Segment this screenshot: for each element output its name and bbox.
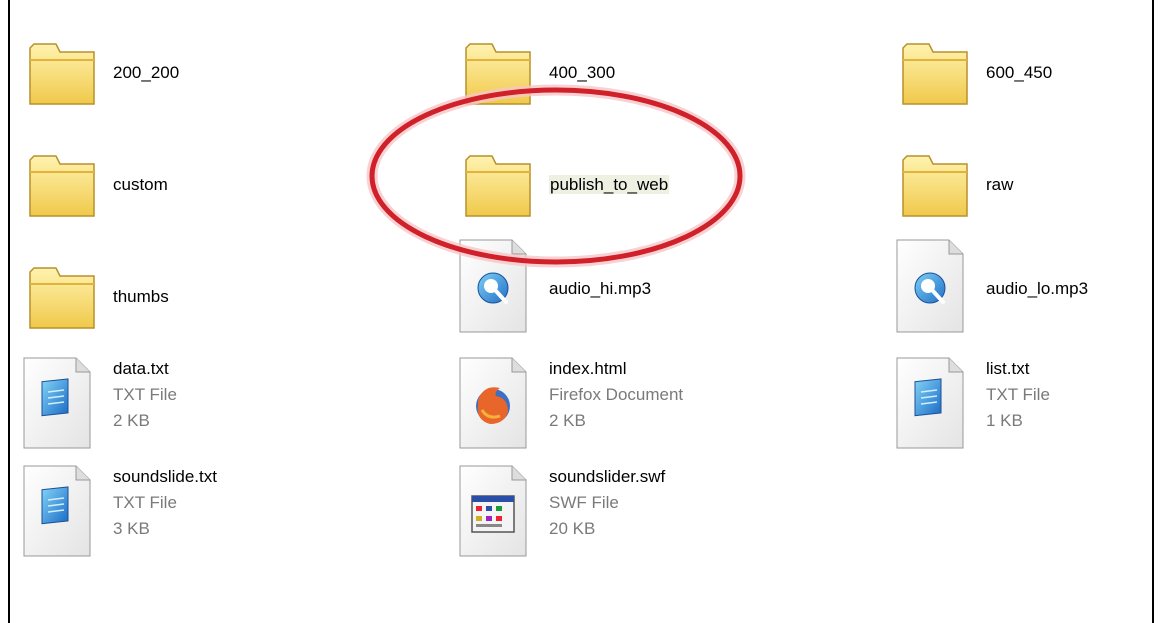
folder-name: 200_200 xyxy=(113,63,180,82)
folder-name: custom xyxy=(113,175,168,194)
folder-item-raw[interactable]: raw xyxy=(893,132,1143,232)
text-file-icon xyxy=(20,464,100,564)
text-file-icon xyxy=(20,356,100,456)
folder-item-custom[interactable]: custom xyxy=(20,132,320,232)
folder-item-400_300[interactable]: 400_300 xyxy=(456,20,756,120)
folder-icon xyxy=(456,20,536,120)
folder-icon xyxy=(20,244,100,344)
file-type: TXT File xyxy=(986,385,1050,404)
file-item-soundslide[interactable]: soundslide.txt TXT File 3 KB xyxy=(20,464,320,564)
folder-name: raw xyxy=(986,175,1014,194)
file-size: 2 KB xyxy=(113,411,150,430)
file-size: 2 KB xyxy=(549,411,586,430)
file-name: audio_hi.mp3 xyxy=(549,279,652,298)
file-type: Firefox Document xyxy=(549,385,684,404)
file-size: 20 KB xyxy=(549,519,596,538)
file-item-index[interactable]: index.html Firefox Document 2 KB xyxy=(456,356,756,456)
folder-icon xyxy=(456,132,536,232)
file-item-audio_lo[interactable]: audio_lo.mp3 xyxy=(893,236,1143,336)
file-type: TXT File xyxy=(113,493,177,512)
file-list-view[interactable]: 200_200 400_300 600_450 custom publish_t… xyxy=(8,0,1154,623)
swf-file-icon xyxy=(456,464,536,564)
quicktime-audio-icon xyxy=(893,236,973,336)
file-name: soundslide.txt xyxy=(113,467,217,486)
file-name: audio_lo.mp3 xyxy=(986,279,1089,298)
text-file-icon xyxy=(893,356,973,456)
file-item-audio_hi[interactable]: audio_hi.mp3 xyxy=(456,236,756,336)
quicktime-audio-icon xyxy=(456,236,536,336)
folder-name-selected: publish_to_web xyxy=(549,175,670,194)
file-name: list.txt xyxy=(986,359,1030,378)
folder-name: 400_300 xyxy=(549,63,616,82)
folder-item-thumbs[interactable]: thumbs xyxy=(20,244,320,344)
file-name: data.txt xyxy=(113,359,169,378)
file-type: TXT File xyxy=(113,385,177,404)
file-size: 3 KB xyxy=(113,519,150,538)
file-item-soundslider-swf[interactable]: soundslider.swf SWF File 20 KB xyxy=(456,464,756,564)
folder-icon xyxy=(893,20,973,120)
file-name: soundslider.swf xyxy=(549,467,666,486)
file-item-data[interactable]: data.txt TXT File 2 KB xyxy=(20,356,320,456)
folder-icon xyxy=(20,20,100,120)
folder-item-600_450[interactable]: 600_450 xyxy=(893,20,1143,120)
file-item-list[interactable]: list.txt TXT File 1 KB xyxy=(893,356,1143,456)
file-name: index.html xyxy=(549,359,627,378)
folder-icon xyxy=(893,132,973,232)
folder-name: 600_450 xyxy=(986,63,1053,82)
folder-name: thumbs xyxy=(113,287,169,306)
folder-icon xyxy=(20,132,100,232)
folder-item-200_200[interactable]: 200_200 xyxy=(20,20,320,120)
firefox-document-icon xyxy=(456,356,536,456)
folder-item-publish_to_web[interactable]: publish_to_web xyxy=(456,132,756,232)
file-type: SWF File xyxy=(549,493,619,512)
file-size: 1 KB xyxy=(986,411,1023,430)
